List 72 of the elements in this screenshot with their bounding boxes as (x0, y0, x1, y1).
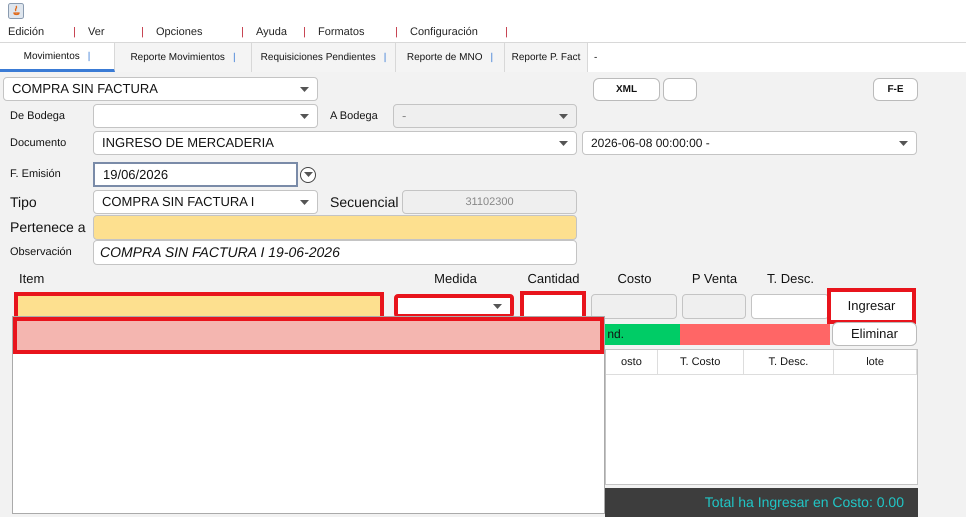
caret-icon (899, 140, 908, 146)
column-label: P Venta (692, 270, 738, 288)
xml-button[interactable]: XML (593, 78, 660, 100)
menu-separator: | (303, 24, 306, 40)
field-label: F. Emisión (10, 167, 62, 182)
tab[interactable]: Requisiciones Pendientes (260, 50, 376, 65)
menu-separator: | (241, 24, 244, 40)
total-bar: Total ha Ingresar en Costo: 0.00 (605, 488, 918, 517)
field-label: De Bodega (10, 108, 66, 124)
menu-item[interactable]: Ver (88, 24, 105, 40)
dropdown-value: COMPRA SIN FACTURA I (102, 193, 254, 212)
field-label: Observación (10, 245, 73, 260)
field-label: Pertenece a (10, 218, 86, 237)
field-label: Tipo (10, 192, 38, 212)
tab-separator: | (232, 51, 236, 65)
caret-icon (559, 140, 568, 146)
dropdown[interactable]: INGRESO DE MERCADERIA (93, 131, 577, 155)
column-label: Costo (618, 270, 652, 288)
owner-field[interactable] (93, 215, 577, 240)
dropdown[interactable] (394, 294, 514, 318)
dropdown-value: - (402, 107, 406, 126)
dropdown-value: 2026-06-08 00:00:00 - (591, 135, 710, 152)
column-label: Item (19, 270, 44, 288)
menu-item[interactable]: Configuración (410, 24, 478, 40)
fe-button[interactable]: F-E (873, 78, 918, 100)
field-label: Documento (10, 136, 68, 151)
tab[interactable]: Movimientos (24, 48, 80, 64)
menu-separator: | (505, 24, 508, 40)
tab[interactable]: Reporte de MNO (406, 50, 482, 65)
field-label: Secuencial (330, 192, 400, 212)
caret-icon (300, 114, 309, 118)
column-header[interactable]: T. Costo (658, 350, 744, 374)
dropdown-value: INGRESO DE MERCADERIA (102, 134, 274, 152)
menu-item[interactable]: Edición (8, 24, 44, 40)
column-label: Medida (434, 270, 477, 288)
menu-separator: | (395, 24, 398, 40)
caret-icon (304, 172, 312, 177)
ingresar-button[interactable]: Ingresar (827, 288, 916, 324)
column-label: T. Desc. (767, 270, 814, 288)
caret-icon (493, 304, 502, 308)
app-icon (8, 3, 24, 19)
tab-separator: | (490, 51, 494, 65)
tab-separator: | (384, 51, 386, 65)
dropdown[interactable]: COMPRA SIN FACTURA (3, 77, 318, 101)
column-header[interactable]: osto (606, 350, 658, 374)
menu-separator: | (73, 24, 76, 40)
tab-separator: | (88, 50, 90, 64)
observation-field[interactable]: COMPRA SIN FACTURA I 19-06-2026 (93, 240, 577, 265)
cost-field[interactable] (591, 294, 677, 318)
caret-icon (559, 114, 568, 118)
dropdown-value: COMPRA SIN FACTURA (12, 80, 158, 98)
menu-item[interactable]: Opciones (156, 24, 202, 40)
tab[interactable]: Reporte Movimientos (130, 50, 225, 65)
caret-icon (300, 86, 309, 92)
column-header[interactable]: lote (834, 350, 917, 374)
suggestion-item[interactable] (13, 317, 604, 354)
menu-separator: | (141, 24, 144, 40)
menu-item[interactable]: Ayuda (256, 24, 287, 40)
price-field[interactable] (682, 294, 746, 318)
dropdown[interactable]: COMPRA SIN FACTURA I (93, 190, 318, 214)
date-field[interactable]: 19/06/2026 (93, 162, 298, 187)
menu-item[interactable]: Formatos (318, 24, 364, 40)
blank-button[interactable] (663, 78, 697, 100)
column-header[interactable]: T. Desc. (744, 350, 834, 374)
discount-field[interactable] (751, 294, 829, 318)
dropdown[interactable]: 2026-06-08 00:00:00 - (582, 131, 917, 155)
caret-icon (300, 200, 309, 204)
field-label: A Bodega (330, 108, 379, 124)
tab-separator: - (594, 51, 598, 65)
column-label: Cantidad (527, 270, 580, 288)
calendar-dropdown-button[interactable] (300, 166, 316, 182)
eliminar-button[interactable]: Eliminar (832, 322, 917, 346)
